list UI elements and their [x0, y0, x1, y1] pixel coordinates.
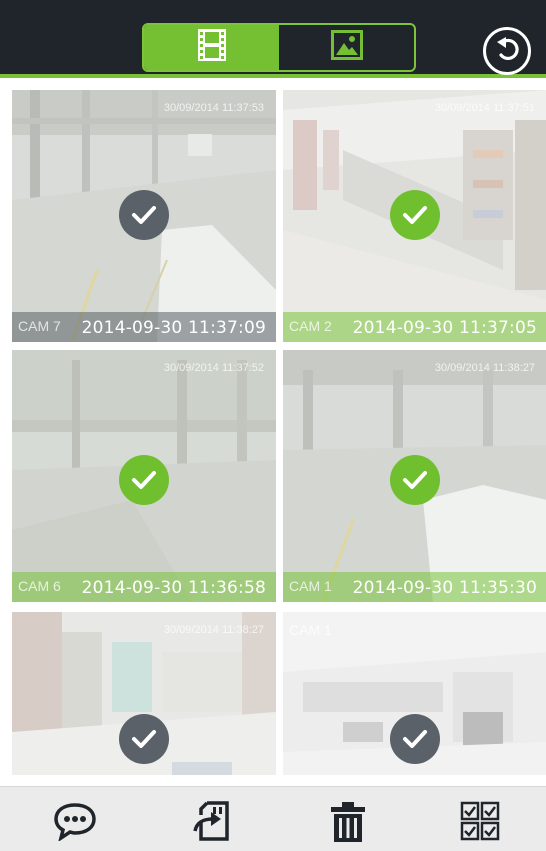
export-icon: [193, 801, 233, 846]
back-arrow-icon: [494, 36, 520, 67]
tab-photo[interactable]: [279, 25, 414, 70]
camera-label: CAM 7: [18, 318, 61, 334]
select-all-icon: [460, 801, 500, 846]
thumbnail-item[interactable]: 30/09/2014 11:37:52 CAM 6 2014-09-30 11:…: [12, 350, 276, 602]
media-type-switch: [142, 23, 416, 72]
thumbnail-grid: 30/09/2014 11:37:53 CAM 7 2014-09-30 11:…: [12, 90, 546, 775]
timestamp-label: 2014-09-30 11:37:09: [81, 318, 266, 338]
bottom-toolbar: [0, 786, 546, 851]
osd-date: 30/09/2014 11:37:53: [163, 102, 264, 114]
comment-button[interactable]: [45, 801, 105, 851]
select-all-button[interactable]: [450, 801, 510, 851]
unselected-check-icon[interactable]: [390, 714, 440, 764]
delete-button[interactable]: [318, 801, 378, 851]
camera-label: CAM 6: [18, 578, 61, 594]
osd-date: 30/09/2014 11:38:27: [163, 624, 264, 636]
film-icon: [196, 28, 228, 67]
image-icon: [330, 30, 363, 65]
osd-date: 30/09/2014 11:37:51: [434, 102, 535, 114]
thumbnail-item[interactable]: CAM 1: [283, 612, 546, 775]
thumbnail-item[interactable]: 30/09/2014 11:38:27: [12, 612, 276, 775]
timestamp-label: 2014-09-30 11:37:05: [352, 318, 537, 338]
selected-check-icon[interactable]: [119, 455, 169, 505]
trash-icon: [328, 801, 368, 848]
camera-label: CAM 2: [289, 318, 332, 334]
top-bar: [0, 0, 546, 78]
selected-check-icon[interactable]: [390, 190, 440, 240]
thumbnail-item[interactable]: 30/09/2014 11:37:51 CAM 2 2014-09-30 11:…: [283, 90, 546, 342]
thumbnail-item[interactable]: 30/09/2014 11:37:53 CAM 7 2014-09-30 11:…: [12, 90, 276, 342]
osd-date: 30/09/2014 11:37:52: [163, 362, 264, 374]
osd-date: 30/09/2014 11:38:27: [434, 362, 535, 374]
export-button[interactable]: [183, 801, 243, 851]
camera-label: CAM 1: [289, 578, 332, 594]
tab-video[interactable]: [144, 25, 279, 70]
unselected-check-icon[interactable]: [119, 190, 169, 240]
selected-check-icon[interactable]: [390, 455, 440, 505]
chat-icon: [53, 801, 97, 846]
timestamp-label: 2014-09-30 11:36:58: [81, 578, 266, 598]
thumbnail-item[interactable]: 30/09/2014 11:38:27 CAM 1 2014-09-30 11:…: [283, 350, 546, 602]
timestamp-label: 2014-09-30 11:35:30: [352, 578, 537, 598]
unselected-check-icon[interactable]: [119, 714, 169, 764]
back-button[interactable]: [483, 27, 531, 75]
camera-label: CAM 1: [289, 622, 332, 638]
